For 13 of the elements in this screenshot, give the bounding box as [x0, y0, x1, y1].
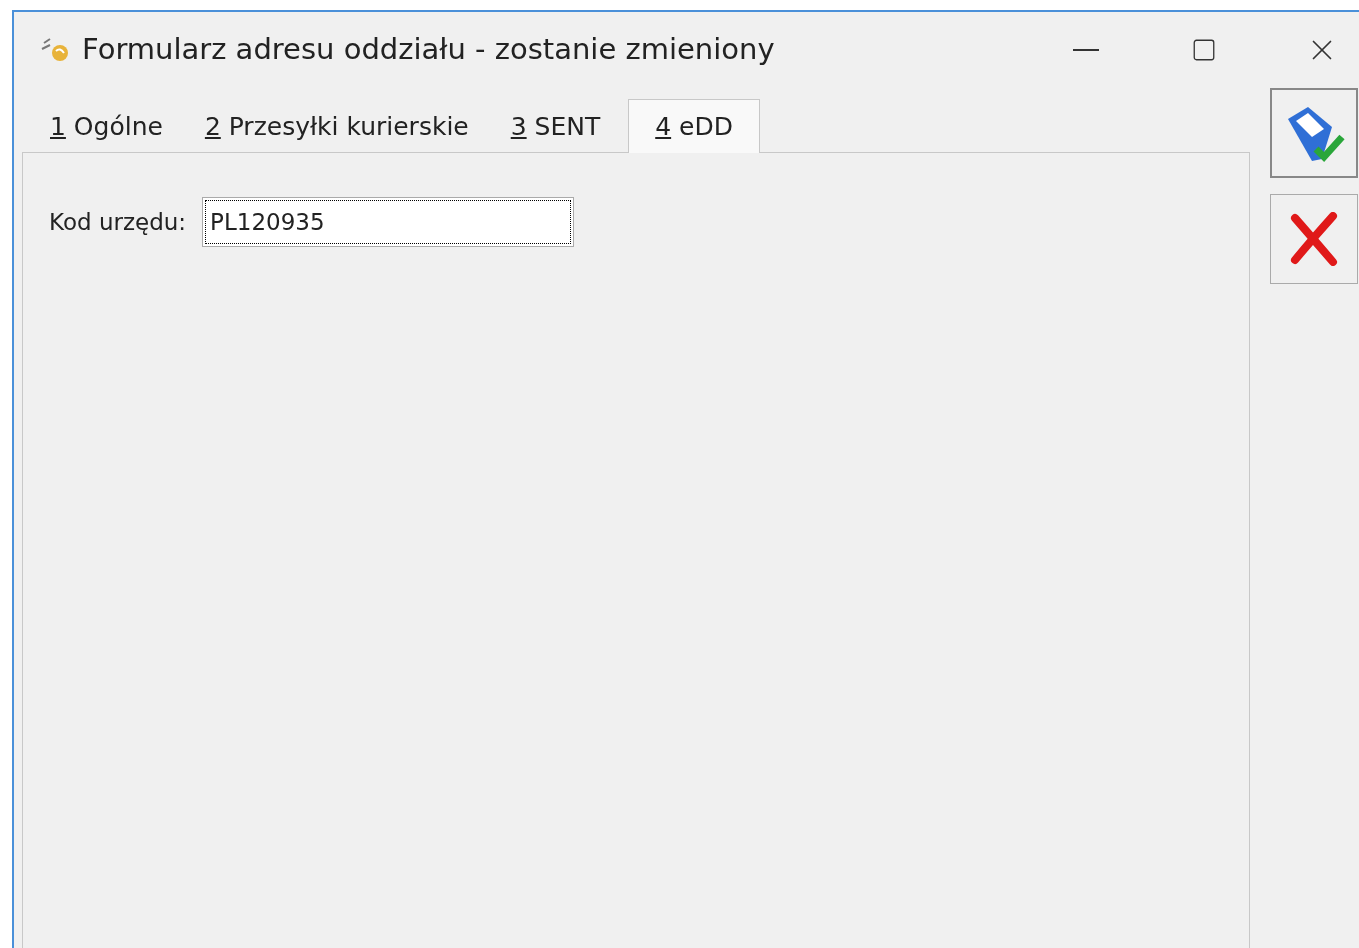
tab[interactable]: 2 Przesyłki kurierskie: [190, 102, 483, 152]
save-button[interactable]: [1270, 88, 1358, 178]
maximize-icon: [1191, 37, 1217, 63]
window-title: Formularz adresu oddziału - zostanie zmieniony: [82, 31, 775, 69]
input-field[interactable]: PL120935: [202, 197, 575, 247]
app-icon: [40, 37, 70, 63]
close-icon: [1289, 212, 1339, 266]
cancel-button[interactable]: [1270, 194, 1358, 284]
tab[interactable]: 1 Ogólne: [36, 102, 177, 152]
minimize-icon: [1073, 49, 1099, 51]
tab[interactable]: 4 eDD: [628, 99, 760, 153]
field-label: Kod urzędu:: [49, 207, 187, 237]
tab[interactable]: 3 SENT: [496, 102, 615, 152]
